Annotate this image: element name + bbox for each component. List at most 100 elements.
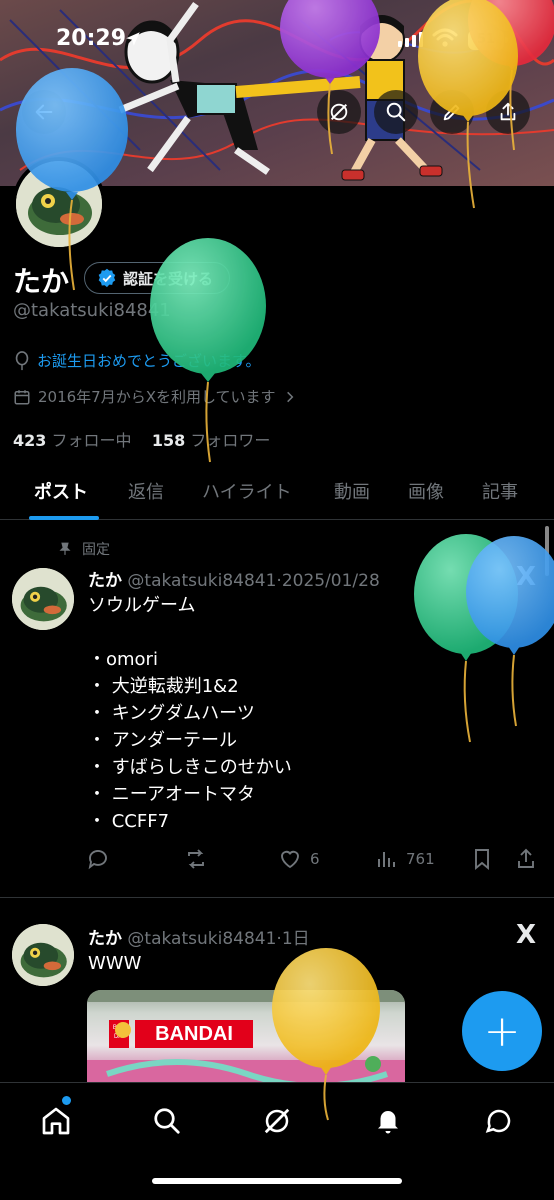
- joined-row[interactable]: 2016年7月からXを利用しています: [13, 386, 297, 407]
- tab-posts[interactable]: ポスト: [34, 478, 88, 504]
- post-body: WWW: [88, 950, 141, 977]
- post-line: ・ すばらしきこのせかい: [88, 757, 292, 778]
- grok-icon: [264, 1108, 290, 1134]
- pinned-label: 固定: [82, 542, 110, 558]
- post-author[interactable]: たか: [88, 929, 122, 949]
- views-icon: [378, 852, 395, 867]
- x-logo-icon: X: [516, 920, 537, 950]
- post-meta: たか @takatsuki84841·1日: [88, 924, 310, 949]
- post-actions: 6 761: [86, 847, 546, 873]
- like-count: 6: [310, 850, 320, 868]
- post-line: ・ アンダーテール: [88, 730, 238, 751]
- post-line: WWW: [88, 953, 142, 974]
- birthday-row: お誕生日おめでとうございます。: [13, 350, 261, 371]
- nav-messages[interactable]: [479, 1101, 519, 1141]
- status-bar: 20:29 51: [0, 0, 554, 80]
- balloon-blue: [466, 536, 554, 727]
- post-line: ソウルゲーム: [88, 595, 196, 616]
- share-icon: [500, 102, 516, 121]
- compose-post-button[interactable]: +: [462, 991, 542, 1071]
- post-line: ・ ニーアオートマタ: [88, 784, 256, 805]
- bookmark-button[interactable]: [470, 847, 494, 871]
- nav-grok[interactable]: [257, 1101, 297, 1141]
- nav-home[interactable]: [36, 1101, 76, 1141]
- post-author[interactable]: たか: [88, 571, 122, 591]
- repost-button[interactable]: [184, 847, 208, 871]
- tab-highlights[interactable]: ハイライト: [202, 478, 292, 504]
- scrollbar[interactable]: [545, 526, 549, 576]
- profile-handle: @takatsuki84841: [13, 300, 171, 321]
- avatar-illustration: [16, 161, 102, 247]
- post-avatar[interactable]: [12, 568, 74, 630]
- like-button[interactable]: 6: [278, 847, 320, 871]
- battery-indicator: 51: [468, 30, 508, 50]
- joined-text: 2016年7月からXを利用しています: [38, 388, 276, 406]
- following-count: 423: [13, 431, 47, 450]
- messages-icon: [485, 1109, 511, 1133]
- bell-icon: [378, 1111, 398, 1134]
- search-icon: [386, 102, 406, 122]
- search-button[interactable]: [374, 90, 418, 134]
- profile-tabs: ポスト 返信 ハイライト 動画 画像 記事: [0, 468, 554, 520]
- birthday-text: お誕生日おめでとうございます。: [37, 352, 261, 370]
- active-tab-indicator: [29, 516, 99, 520]
- calendar-icon: [14, 389, 30, 404]
- pinned-indicator: 固定: [58, 539, 110, 559]
- back-button[interactable]: [22, 90, 66, 134]
- grok-button[interactable]: [317, 90, 361, 134]
- followers-link[interactable]: 158 フォロワー: [152, 431, 271, 450]
- post-line: ・ CCFF7: [88, 811, 170, 832]
- status-time: 20:29: [56, 26, 127, 51]
- share-icon: [518, 848, 534, 868]
- following-label: フォロー中: [51, 431, 132, 450]
- post-line: ・ キングダムハーツ: [88, 703, 255, 724]
- view-count: 761: [406, 850, 435, 868]
- profile-avatar[interactable]: [12, 157, 106, 251]
- post-body: ソウルゲーム ・omori ・ 大逆転裁判1&2 ・ キングダムハーツ ・ アン…: [88, 592, 292, 835]
- grok-icon: [330, 103, 348, 121]
- get-verified-label: 認証を受ける: [123, 269, 214, 288]
- followers-label: フォロワー: [190, 431, 271, 450]
- verified-badge-icon: [98, 268, 116, 288]
- home-indicator: [152, 1178, 402, 1184]
- edit-button[interactable]: [430, 90, 474, 134]
- post-divider: [0, 897, 554, 898]
- nav-notifications[interactable]: [368, 1101, 408, 1141]
- bookmark-icon: [475, 849, 489, 871]
- post-image[interactable]: BAN DAI BANDAI: [87, 990, 405, 1082]
- post-date[interactable]: 2025/01/28: [282, 571, 380, 591]
- nav-search[interactable]: [147, 1101, 187, 1141]
- balloon-icon: [15, 350, 29, 370]
- x-logo-icon: X: [516, 562, 537, 592]
- chevron-right-icon: [286, 391, 293, 402]
- profile-name: たか: [13, 265, 70, 298]
- post-line: ・omori: [88, 649, 158, 670]
- tab-replies[interactable]: 返信: [128, 478, 164, 504]
- share-post-button[interactable]: [514, 847, 538, 871]
- tab-photos[interactable]: 画像: [408, 478, 444, 504]
- reply-icon: [88, 850, 107, 870]
- tab-articles[interactable]: 記事: [482, 478, 518, 504]
- views-button[interactable]: 761: [374, 847, 435, 871]
- avatar-illustration: [12, 924, 74, 986]
- get-verified-button[interactable]: 認証を受ける: [84, 262, 231, 294]
- follow-stats: 423 フォロー中 158 フォロワー: [13, 427, 270, 451]
- post-handle[interactable]: @takatsuki84841: [127, 929, 276, 949]
- search-icon: [154, 1108, 180, 1134]
- pencil-icon: [443, 104, 460, 121]
- balloon-green: [414, 534, 518, 743]
- post-date[interactable]: 1日: [282, 929, 310, 949]
- share-button[interactable]: [486, 90, 530, 134]
- post-handle[interactable]: @takatsuki84841: [127, 571, 276, 591]
- avatar-illustration: [12, 568, 74, 630]
- notification-dot: [62, 1096, 71, 1105]
- tab-videos[interactable]: 動画: [334, 478, 370, 504]
- heart-icon: [281, 850, 299, 869]
- post-line: [88, 619, 292, 646]
- reply-button[interactable]: [86, 847, 110, 871]
- post-meta: たか @takatsuki84841·2025/01/28: [88, 566, 380, 591]
- post-avatar[interactable]: [12, 924, 74, 986]
- repost-icon: [188, 849, 204, 869]
- wifi-icon: [432, 28, 458, 47]
- following-link[interactable]: 423 フォロー中: [13, 431, 132, 450]
